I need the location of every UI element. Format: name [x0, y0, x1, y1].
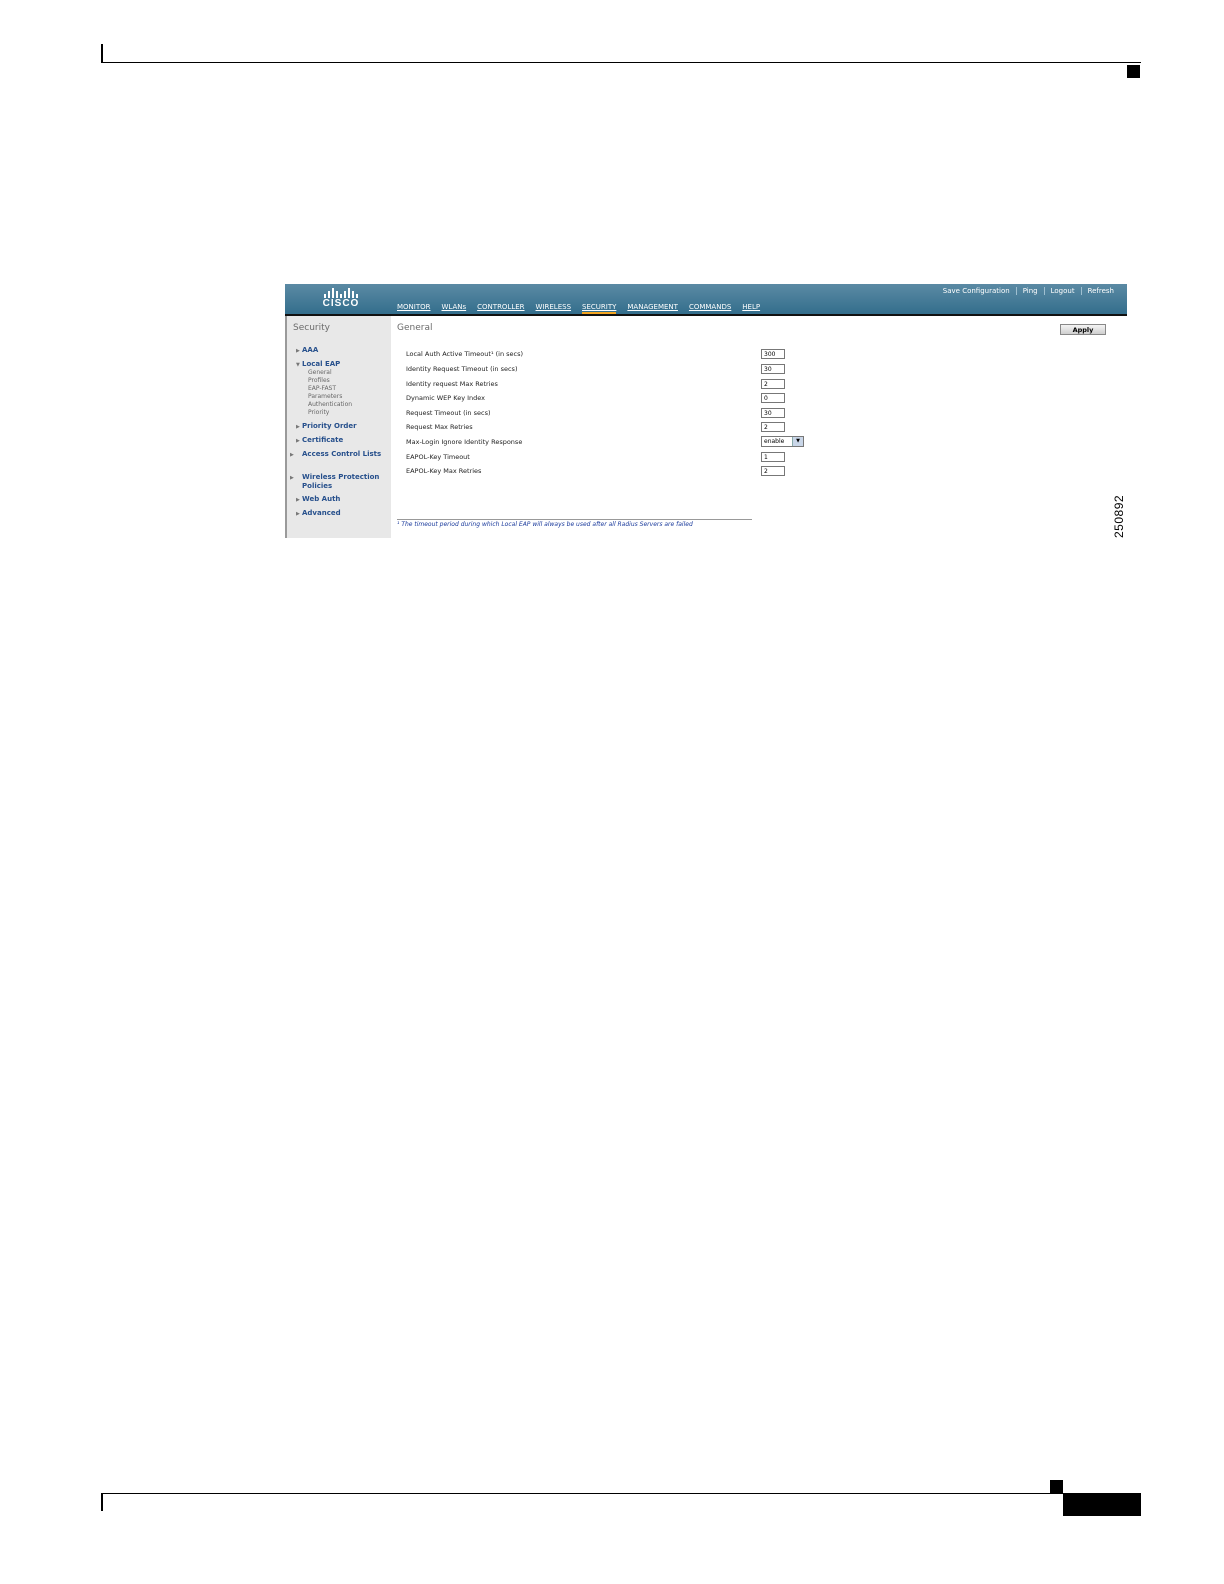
cisco-bars-icon	[315, 288, 367, 298]
footer-marker	[1050, 1480, 1063, 1493]
nav-commands[interactable]: COMMANDS	[689, 303, 731, 314]
logo-text: CISCO	[322, 298, 360, 309]
sidebar-subitem-authentication[interactable]: Authentication	[308, 401, 352, 409]
sidebar-subitem-general[interactable]: General	[308, 369, 332, 377]
refresh-link[interactable]: Refresh	[1080, 287, 1120, 295]
eapol-key-max-retries-input[interactable]: 2	[761, 466, 785, 476]
footer-tick	[101, 1493, 103, 1511]
eapol-key-max-retries-label: EAPOL-Key Max Retries	[406, 467, 482, 475]
local-auth-timeout-input[interactable]: 300	[761, 349, 785, 359]
main-nav: MONITOR WLANs CONTROLLER WIRELESS SECURI…	[397, 303, 771, 314]
sidebar-item-label: Certificate	[302, 436, 344, 444]
sidebar-item-label: Advanced	[302, 509, 341, 517]
sidebar-item-aaa[interactable]: ▶ AAA	[296, 346, 318, 355]
sidebar-item-label: Access Control Lists	[302, 450, 382, 458]
request-timeout-label: Request Timeout (in secs)	[406, 409, 491, 417]
nav-controller[interactable]: CONTROLLER	[477, 303, 524, 314]
nav-wireless[interactable]: WIRELESS	[536, 303, 571, 314]
sidebar-item-label: Priority Order	[302, 422, 357, 430]
request-max-retries-label: Request Max Retries	[406, 423, 473, 431]
sidebar-item-web-auth[interactable]: ▶ Web Auth	[296, 495, 340, 504]
sidebar-item-local-eap[interactable]: ▼ Local EAP	[296, 360, 340, 369]
logout-link[interactable]: Logout	[1043, 287, 1081, 295]
ping-link[interactable]: Ping	[1015, 287, 1044, 295]
nav-monitor[interactable]: MONITOR	[397, 303, 431, 314]
footnote-divider	[397, 519, 752, 520]
sidebar-subitem-parameters[interactable]: Parameters	[308, 393, 342, 401]
sidebar-subitem-priority[interactable]: Priority	[308, 409, 329, 417]
sidebar-item-label: AAA	[302, 346, 319, 354]
eapol-key-timeout-input[interactable]: 1	[761, 452, 785, 462]
sidebar-item-advanced[interactable]: ▶ Advanced	[296, 509, 341, 518]
nav-security[interactable]: SECURITY	[582, 303, 617, 314]
save-configuration-link[interactable]: Save Configuration	[937, 287, 1016, 295]
page-number-box	[1063, 1494, 1141, 1516]
sidebar-item-label: Wireless Protection Policies	[302, 473, 380, 490]
request-timeout-input[interactable]: 30	[761, 408, 785, 418]
sidebar-item-access-control-lists[interactable]: ▶ Access Control Lists	[290, 450, 382, 459]
identity-request-timeout-input[interactable]: 30	[761, 364, 785, 374]
sidebar: Security ▶ AAA ▼ Local EAP General Profile…	[285, 316, 391, 538]
header-tick	[101, 44, 103, 63]
sidebar-item-label: Web Auth	[302, 495, 341, 503]
select-value: enable	[764, 438, 785, 445]
sidebar-title: Security	[293, 323, 330, 333]
top-links: Save Configuration Ping Logout Refresh	[937, 287, 1120, 295]
header-marker	[1127, 65, 1140, 78]
max-login-ignore-label: Max-Login Ignore Identity Response	[406, 438, 523, 446]
sidebar-subitem-eap-fast[interactable]: EAP-FAST	[308, 385, 336, 393]
identity-request-max-retries-input[interactable]: 2	[761, 379, 785, 389]
sidebar-item-certificate[interactable]: ▶ Certificate	[296, 436, 343, 445]
max-login-ignore-select[interactable]: enable ▼	[761, 436, 804, 447]
chevron-down-icon: ▼	[792, 437, 803, 446]
dynamic-wep-key-index-input[interactable]: 0	[761, 393, 785, 403]
footer-rule	[101, 1493, 1141, 1494]
nav-help[interactable]: HELP	[742, 303, 760, 314]
identity-request-max-retries-label: Identity request Max Retries	[406, 380, 498, 388]
request-max-retries-input[interactable]: 2	[761, 422, 785, 432]
nav-management[interactable]: MANAGEMENT	[627, 303, 678, 314]
footnote: ¹ The timeout period during which Local …	[397, 521, 693, 528]
controller-screenshot: CISCO Save Configuration Ping Logout Ref…	[285, 284, 1127, 538]
sidebar-item-label: Local EAP	[302, 360, 341, 368]
page-title: General	[397, 323, 433, 333]
top-bar: CISCO Save Configuration Ping Logout Ref…	[285, 284, 1127, 316]
local-auth-timeout-label: Local Auth Active Timeout¹ (in secs)	[406, 350, 524, 358]
apply-button[interactable]: Apply	[1060, 324, 1106, 335]
content-panel: General Apply Local Auth Active Timeout¹…	[391, 316, 1127, 538]
sidebar-item-priority-order[interactable]: ▶ Priority Order	[296, 422, 357, 431]
header-rule	[101, 62, 1141, 63]
figure-id: 250892	[1112, 494, 1126, 538]
nav-wlans[interactable]: WLANs	[442, 303, 467, 314]
sidebar-subitem-profiles[interactable]: Profiles	[308, 377, 330, 385]
dynamic-wep-key-index-label: Dynamic WEP Key Index	[406, 394, 485, 402]
sidebar-item-wireless-protection-policies[interactable]: ▶ Wireless Protection Policies	[290, 473, 388, 490]
identity-request-timeout-label: Identity Request Timeout (in secs)	[406, 365, 518, 373]
eapol-key-timeout-label: EAPOL-Key Timeout	[406, 453, 470, 461]
cisco-logo: CISCO	[315, 288, 367, 309]
